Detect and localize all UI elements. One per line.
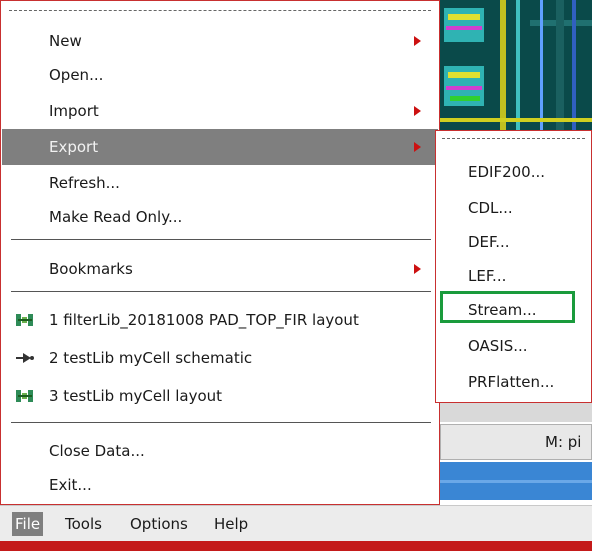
submenu-arrow-icon — [414, 36, 421, 46]
recent-item-3[interactable]: 3 testLib myCell layout — [2, 378, 438, 414]
recent-item-2[interactable]: 2 testLib myCell schematic — [2, 340, 438, 376]
submenu-arrow-icon — [414, 264, 421, 274]
stream-highlight-box — [440, 291, 575, 323]
menu-item-refresh[interactable]: Refresh... — [2, 165, 438, 201]
recent-item-1[interactable]: 1 filterLib_20181008 PAD_TOP_FIR layout — [2, 302, 438, 338]
layout-cellview-icon — [16, 314, 33, 326]
toolbar-strip — [440, 462, 592, 500]
submenu-arrow-icon — [414, 142, 421, 152]
menubar-file[interactable]: File — [12, 512, 44, 536]
export-item-prflatten[interactable]: PRFlatten... — [468, 367, 554, 397]
submenu-arrow-icon — [414, 106, 421, 116]
menu-item-import[interactable]: Import — [2, 93, 438, 129]
export-submenu: EDIF200... CDL... DEF... LEF... Stream..… — [435, 130, 592, 403]
menu-item-bookmarks[interactable]: Bookmarks — [2, 251, 438, 287]
menu-item-make-read-only[interactable]: Make Read Only... — [2, 199, 438, 235]
file-menu: New Open... Import Export Refresh... Mak… — [0, 0, 440, 505]
menubar-help[interactable]: Help — [211, 512, 251, 536]
export-item-edif200[interactable]: EDIF200... — [468, 157, 545, 187]
schematic-cellview-icon — [16, 353, 34, 363]
layout-canvas[interactable] — [440, 0, 592, 130]
menu-separator — [11, 422, 431, 423]
menu-separator — [11, 291, 431, 292]
export-item-cdl[interactable]: CDL... — [468, 193, 513, 223]
menubar-tools[interactable]: Tools — [62, 512, 105, 536]
export-item-oasis[interactable]: OASIS... — [468, 331, 528, 361]
tear-off-line[interactable] — [442, 138, 585, 139]
menu-item-exit[interactable]: Exit... — [2, 467, 438, 503]
export-item-def[interactable]: DEF... — [468, 227, 510, 257]
status-bar-accent — [0, 541, 592, 551]
export-item-lef[interactable]: LEF... — [468, 261, 506, 291]
menu-item-export[interactable]: Export — [2, 129, 438, 165]
tear-off-line[interactable] — [9, 10, 431, 11]
menu-item-new[interactable]: New — [2, 23, 438, 59]
mode-label: M: pi — [545, 433, 582, 451]
menu-item-close-data[interactable]: Close Data... — [2, 433, 438, 469]
mode-label-bar: M: pi — [440, 424, 592, 460]
menubar: File Tools Options Help — [0, 505, 592, 541]
menubar-options[interactable]: Options — [127, 512, 191, 536]
menu-item-open[interactable]: Open... — [2, 57, 438, 93]
status-strip — [440, 400, 592, 422]
menu-separator — [11, 239, 431, 240]
layout-cellview-icon — [16, 390, 33, 402]
